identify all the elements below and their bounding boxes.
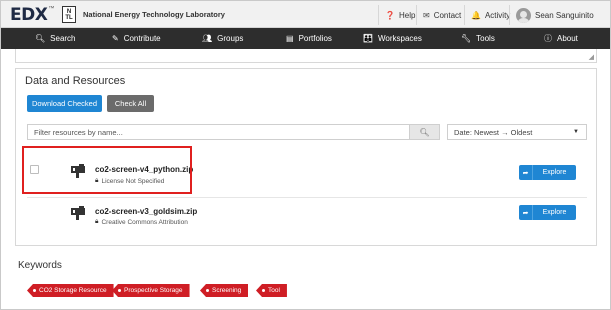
edx-logo[interactable]: EDX ™ bbox=[10, 4, 55, 25]
explore-label: Explore bbox=[542, 169, 567, 176]
top-header: EDX ™ N TL National Energy Technology La… bbox=[1, 1, 610, 28]
search-icon: 🔍︎ bbox=[419, 127, 430, 137]
zip-file-icon bbox=[71, 206, 85, 220]
user-menu[interactable]: Sean Sanguinito bbox=[509, 5, 600, 25]
workspaces-icon: 👪︎ bbox=[363, 34, 373, 43]
share-arrow-icon: ➦ bbox=[519, 205, 533, 220]
info-icon: ⓘ bbox=[544, 34, 552, 43]
nav-groups-label: Groups bbox=[217, 34, 244, 43]
nav-contribute[interactable]: ✎ Contribute bbox=[112, 28, 161, 49]
resource-license: 🔒︎ Creative Commons Attribution bbox=[95, 218, 188, 226]
avatar bbox=[516, 7, 531, 23]
sort-value: Date: Newest → Oldest bbox=[454, 127, 533, 137]
explore-button[interactable]: ➦ Explore bbox=[519, 165, 576, 180]
sort-select[interactable]: Date: Newest → Oldest ▼ bbox=[447, 124, 587, 140]
bell-icon: 🔔 bbox=[471, 10, 481, 20]
keyword-tag[interactable]: Prospective Storage bbox=[112, 284, 190, 297]
keywords-title: Keywords bbox=[18, 260, 62, 271]
main-nav: 🔍︎ Search ✎ Contribute 👥︎ Groups ▤ Portf… bbox=[1, 28, 610, 49]
resize-grip-icon[interactable]: ◢ bbox=[589, 53, 594, 61]
nav-about[interactable]: ⓘ About bbox=[544, 28, 578, 49]
download-checked-button[interactable]: Download Checked bbox=[27, 95, 102, 112]
filter-resources-input[interactable]: Filter resources by name... bbox=[27, 124, 410, 140]
logo-trademark: ™ bbox=[48, 5, 55, 12]
previous-section-panel: ◢ bbox=[15, 49, 597, 63]
logo-text: EDX bbox=[10, 4, 48, 25]
share-arrow-icon: ➦ bbox=[519, 165, 533, 180]
keyword-tag[interactable]: Tool bbox=[256, 284, 287, 297]
contact-button[interactable]: ✉ Contact bbox=[416, 5, 467, 25]
netl-logo-bottom: TL bbox=[65, 14, 73, 21]
highlight-annotation-box bbox=[22, 146, 192, 194]
contact-label: Contact bbox=[433, 10, 462, 20]
license-label: Creative Commons Attribution bbox=[101, 218, 188, 226]
org-name: National Energy Technology Laboratory bbox=[83, 10, 225, 19]
help-button[interactable]: ❓ Help bbox=[378, 5, 421, 25]
section-title: Data and Resources bbox=[25, 75, 126, 87]
search-icon: 🔍︎ bbox=[35, 34, 46, 43]
portfolio-icon: ▤ bbox=[286, 34, 294, 43]
row-divider bbox=[27, 197, 587, 198]
nav-tools[interactable]: 🔧︎ Tools bbox=[461, 28, 495, 49]
filter-placeholder: Filter resources by name... bbox=[34, 127, 123, 137]
wrench-icon: 🔧︎ bbox=[461, 34, 472, 43]
keyword-tag[interactable]: CO2 Storage Resource bbox=[27, 284, 114, 297]
nav-search[interactable]: 🔍︎ Search bbox=[35, 28, 76, 49]
nav-tools-label: Tools bbox=[476, 34, 495, 43]
filter-search-button[interactable]: 🔍︎ bbox=[410, 124, 440, 140]
activity-label: Activity bbox=[484, 10, 511, 20]
caret-down-icon: ▼ bbox=[573, 129, 579, 135]
explore-label: Explore bbox=[542, 209, 567, 216]
help-label: Help bbox=[398, 10, 416, 20]
resource-name[interactable]: co2-screen-v3_goldsim.zip bbox=[95, 207, 197, 216]
user-name: Sean Sanguinito bbox=[535, 10, 594, 20]
nav-workspaces[interactable]: 👪︎ Workspaces bbox=[363, 28, 422, 49]
envelope-icon: ✉ bbox=[423, 10, 430, 20]
explore-button[interactable]: ➦ Explore bbox=[519, 205, 576, 220]
netl-logo[interactable]: N TL bbox=[62, 6, 76, 23]
nav-contribute-label: Contribute bbox=[123, 34, 161, 43]
nav-workspaces-label: Workspaces bbox=[377, 34, 422, 43]
question-icon: ❓ bbox=[385, 10, 395, 20]
check-all-button[interactable]: Check All bbox=[107, 95, 154, 112]
nav-search-label: Search bbox=[50, 34, 76, 43]
lock-icon: 🔒︎ bbox=[95, 218, 99, 225]
nav-portfolios-label: Portfolios bbox=[298, 34, 332, 43]
keyword-tag[interactable]: Screening bbox=[200, 284, 249, 297]
nav-portfolios[interactable]: ▤ Portfolios bbox=[286, 28, 332, 49]
nav-groups[interactable]: 👥︎ Groups bbox=[202, 28, 243, 49]
edit-icon: ✎ bbox=[112, 34, 119, 43]
groups-icon: 👥︎ bbox=[202, 34, 213, 43]
nav-about-label: About bbox=[557, 34, 578, 43]
